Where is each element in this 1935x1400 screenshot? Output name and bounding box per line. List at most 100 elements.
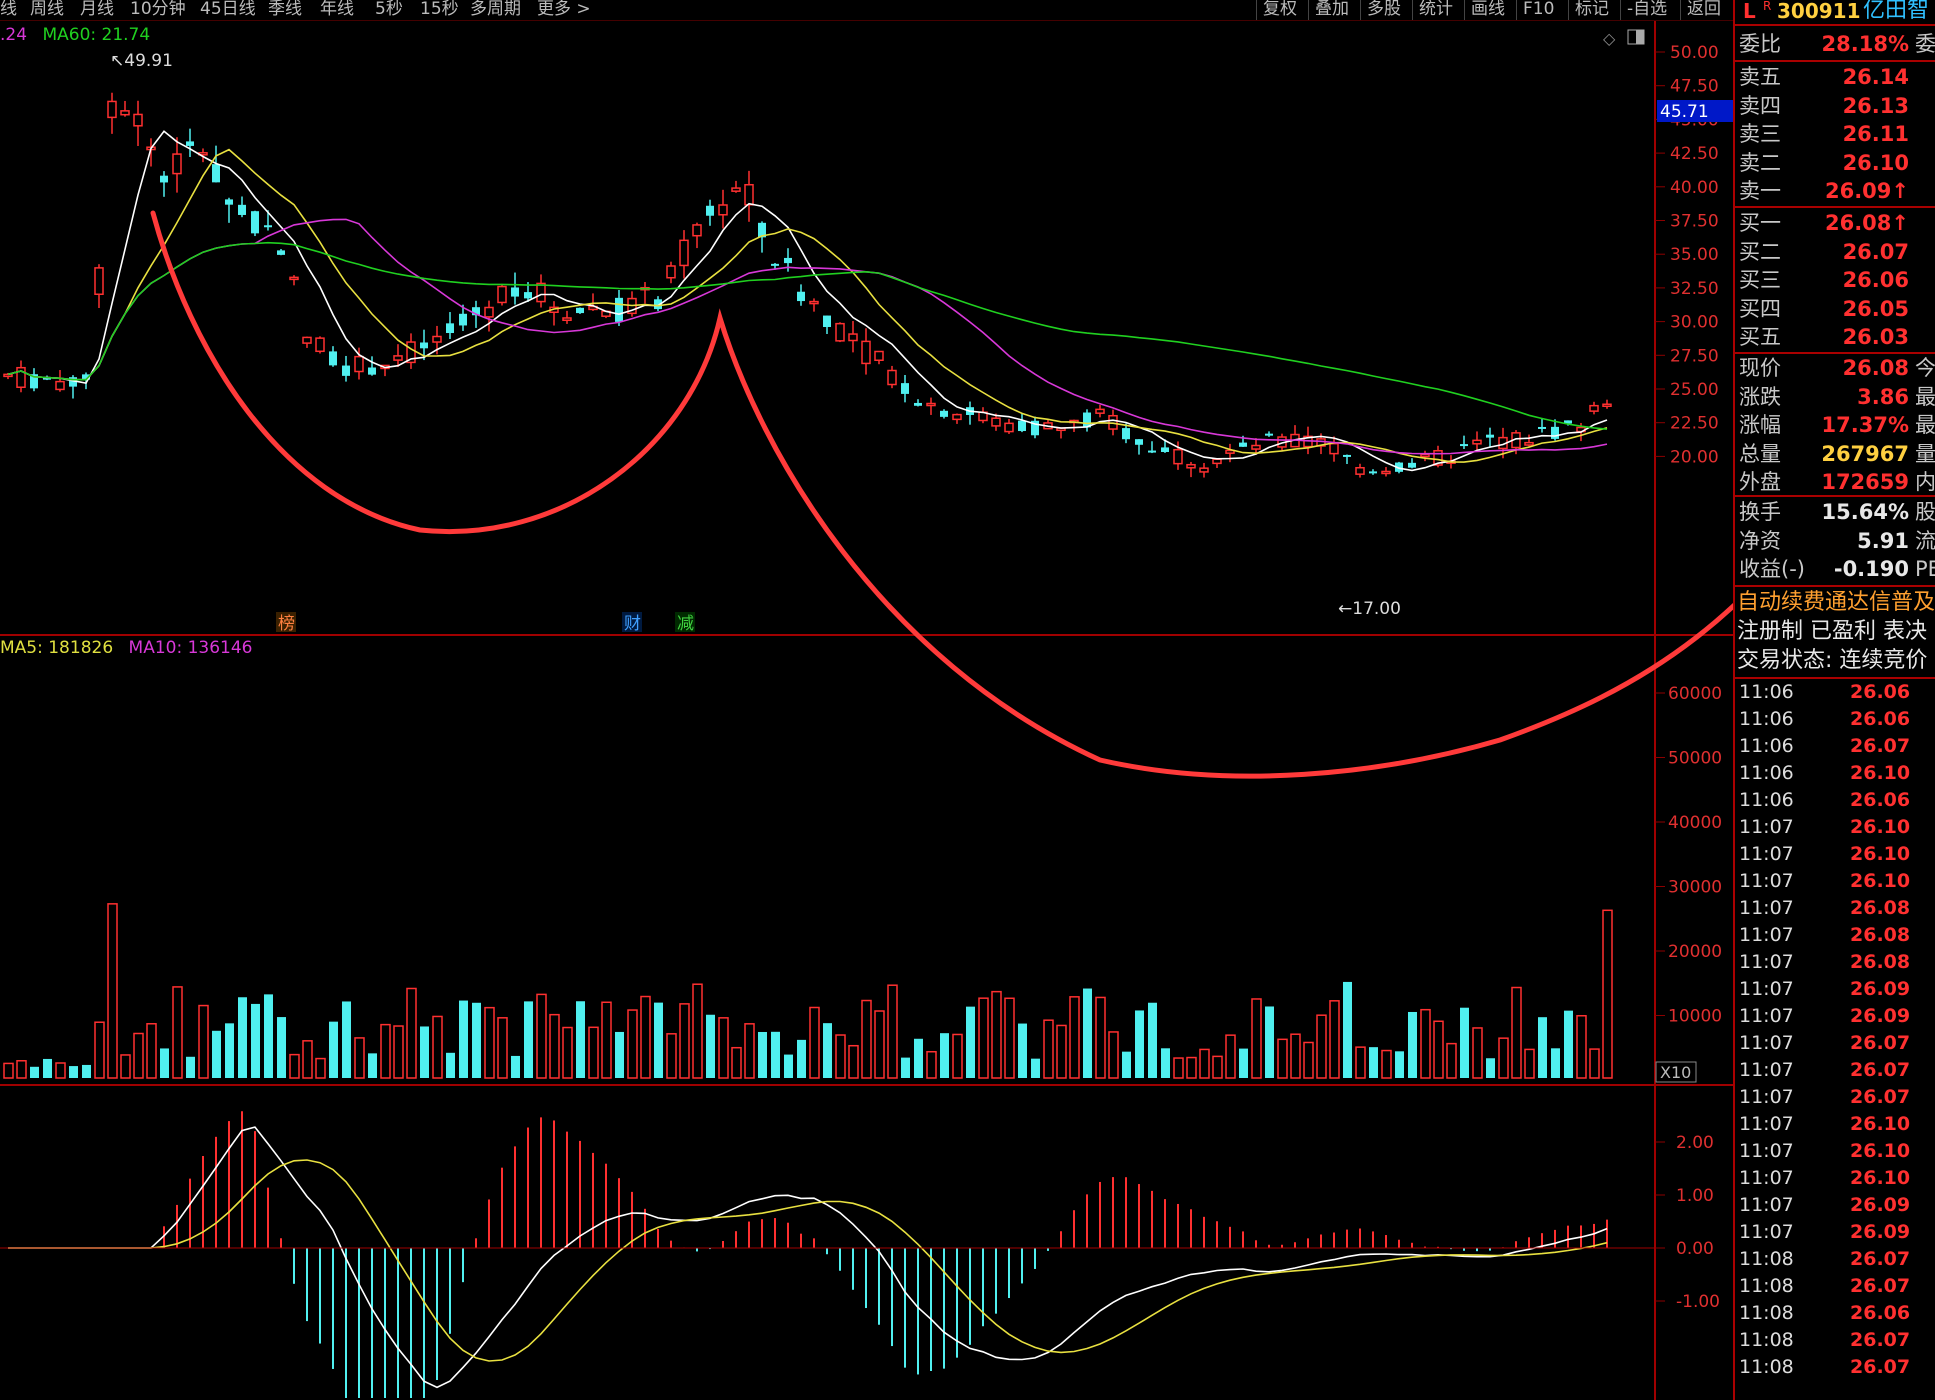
volume-tick-label: 60000 — [1668, 684, 1722, 704]
btn-mark[interactable]: 标记 — [1568, 0, 1615, 20]
tab-month[interactable]: 月线 — [80, 0, 114, 20]
bid-row[interactable]: 买二 26.07 — [1735, 238, 1935, 266]
btn-f10[interactable]: F10 — [1516, 0, 1560, 20]
tab-10min[interactable]: 10分钟 — [130, 0, 186, 20]
stat-row[interactable]: 换手 15.64% 股 — [1735, 498, 1935, 526]
tick-time: 11:07 — [1739, 1086, 1794, 1108]
tick-row: 11:07 26.08 — [1735, 922, 1935, 949]
volume-bar — [69, 1066, 78, 1078]
row-value: 17.37% — [1821, 413, 1909, 437]
tab-multi-period[interactable]: 多周期 — [470, 0, 521, 20]
volume-bar — [1343, 981, 1352, 1078]
stat-row[interactable]: 现价 26.08 今 — [1735, 354, 1935, 382]
volume-bar — [926, 1050, 937, 1079]
row-extra: 今 — [1915, 356, 1935, 380]
volume-bar — [1498, 1037, 1509, 1079]
tick-time: 11:07 — [1739, 1167, 1794, 1189]
tab-more[interactable]: 更多 > — [537, 0, 591, 20]
bid-row[interactable]: 买三 26.06 — [1735, 266, 1935, 294]
row-value: -0.190 — [1833, 557, 1909, 581]
volume-bar — [212, 1030, 221, 1078]
volume-bar — [251, 1003, 260, 1078]
btn-fuquan[interactable]: 复权 — [1256, 0, 1303, 20]
tick-time: 11:07 — [1739, 870, 1794, 892]
stat-row[interactable]: 涨跌 3.86 最 — [1735, 383, 1935, 411]
bid-row[interactable]: 买五 26.03 — [1735, 323, 1935, 351]
volume-bar — [238, 997, 247, 1078]
tick-time: 11:06 — [1739, 708, 1794, 730]
btn-multi-stock[interactable]: 多股 — [1360, 0, 1407, 20]
row-value: 26.13 — [1842, 93, 1909, 118]
volume-bar — [497, 1017, 508, 1079]
volume-bar — [524, 1001, 533, 1078]
stat-row[interactable]: 净资 5.91 流 — [1735, 527, 1935, 555]
volume-bar — [1122, 1051, 1131, 1078]
row-label: 买三 — [1739, 268, 1781, 292]
volume-bar — [562, 1026, 573, 1079]
volume-bar — [16, 1060, 27, 1079]
volume-bar — [146, 1023, 157, 1079]
stat-row[interactable]: 涨幅 17.37% 最 — [1735, 411, 1935, 439]
volume-bar — [1395, 1051, 1404, 1078]
ask-row[interactable]: 卖五 26.14 — [1735, 63, 1935, 91]
bid-row[interactable]: 买一 26.08↑ — [1735, 209, 1935, 237]
candle — [835, 322, 845, 343]
volume-bar — [718, 1017, 729, 1079]
macd-tick-label: 1.00 — [1676, 1186, 1714, 1206]
btn-stats[interactable]: 统计 — [1412, 0, 1459, 20]
marker-bang[interactable]: 榜 — [278, 614, 295, 634]
volume-bar — [1460, 1007, 1469, 1078]
tick-price: 26.10 — [1850, 870, 1911, 892]
btn-watchlist[interactable]: -自选 — [1620, 0, 1673, 20]
btn-draw[interactable]: 画线 — [1464, 0, 1511, 20]
marker-cai[interactable]: 财 — [624, 614, 641, 634]
volume-bar — [446, 1052, 455, 1078]
ask-row[interactable]: 卖四 26.13 — [1735, 92, 1935, 120]
volume-bar — [277, 1017, 286, 1078]
stat-row[interactable]: 总量 267967 量 — [1735, 440, 1935, 468]
marker-jian[interactable]: 减 — [677, 614, 694, 634]
diamond-icon[interactable]: ◇ — [1603, 29, 1616, 48]
tick-time: 11:07 — [1739, 951, 1794, 973]
tab-year[interactable]: 年线 — [320, 0, 354, 20]
tick-row: 11:07 26.07 — [1735, 1057, 1935, 1084]
volume-bar — [315, 1057, 326, 1079]
volume-bar — [536, 993, 547, 1079]
ask-row[interactable]: 卖二 26.10 — [1735, 149, 1935, 177]
tab-week[interactable]: 周线 — [30, 0, 64, 20]
kline-chart-area[interactable]: 50.0047.5045.0042.5040.0037.5035.0032.50… — [0, 0, 1733, 1400]
volume-bar — [393, 1025, 404, 1079]
volume-bar — [264, 994, 273, 1078]
volume-bar — [809, 1006, 820, 1079]
tick-row: 11:07 26.10 — [1735, 814, 1935, 841]
ask-row[interactable]: 卖三 26.11 — [1735, 120, 1935, 148]
row-value: 26.03 — [1842, 325, 1909, 349]
tick-row: 11:06 26.06 — [1735, 706, 1935, 733]
row-label: 买二 — [1739, 239, 1781, 264]
row-label: 外盘 — [1739, 470, 1781, 494]
btn-back[interactable]: 返回 — [1680, 0, 1727, 20]
tab-45day[interactable]: 45日线 — [200, 0, 256, 20]
tick-row: 11:08 26.07 — [1735, 1327, 1935, 1354]
stat-row[interactable]: 外盘 172659 内 — [1735, 468, 1935, 496]
tick-time: 11:06 — [1739, 735, 1794, 757]
volume-bar — [511, 1055, 520, 1078]
tab-quarter[interactable]: 季线 — [268, 0, 302, 20]
volume-bar — [640, 995, 651, 1079]
tab-day[interactable]: 线 — [0, 0, 17, 20]
stock-code[interactable]: 300911 — [1777, 0, 1861, 22]
stat-row[interactable]: 收益(-) -0.190 PE — [1735, 555, 1935, 583]
btn-overlay[interactable]: 叠加 — [1308, 0, 1355, 20]
row-value: 26.14 — [1842, 65, 1909, 89]
ask-row[interactable]: 卖一 26.09↑ — [1735, 177, 1935, 205]
tab-5sec[interactable]: 5秒 — [375, 0, 403, 20]
volume-bar — [1173, 1057, 1184, 1079]
volume-bar — [420, 1026, 429, 1078]
volume-bar — [1576, 1015, 1587, 1079]
volume-bar — [1251, 998, 1262, 1079]
tab-15sec[interactable]: 15秒 — [420, 0, 459, 20]
bid-row[interactable]: 买四 26.05 — [1735, 295, 1935, 323]
row-label: 净资 — [1739, 528, 1781, 553]
row-label: 卖五 — [1739, 65, 1781, 89]
stock-name[interactable]: 亿田智 — [1863, 0, 1929, 22]
